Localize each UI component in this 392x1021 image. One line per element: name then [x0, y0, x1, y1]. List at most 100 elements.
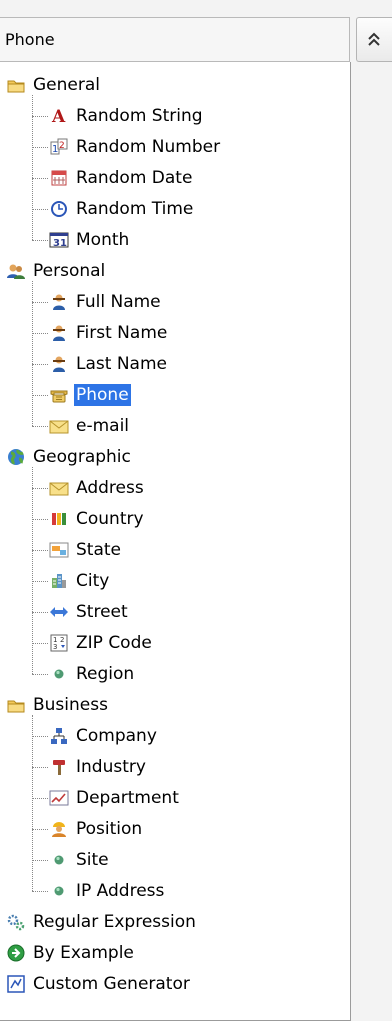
- tree-item-label: General: [33, 75, 100, 95]
- city-icon: [49, 571, 69, 591]
- tree-item-last-name[interactable]: Last Name: [49, 352, 169, 376]
- tree-item-label: Street: [76, 602, 128, 622]
- tree-item-street[interactable]: Street: [49, 600, 130, 624]
- tree-item-ip-address[interactable]: IP Address: [49, 879, 166, 903]
- worker-icon: [49, 819, 69, 839]
- number-icon: 12: [49, 137, 69, 157]
- tree-item-address[interactable]: Address: [49, 476, 146, 500]
- selected-generator-field[interactable]: Phone: [0, 17, 350, 62]
- tree-item-label: Personal: [33, 261, 106, 281]
- tree-group-geographic[interactable]: Geographic: [6, 445, 133, 469]
- zip-icon: 123: [49, 633, 69, 653]
- tree-connector: [32, 116, 48, 117]
- tree-item-month[interactable]: 31 Month: [49, 228, 131, 252]
- top-strip: [0, 0, 392, 17]
- folder-icon: [6, 695, 26, 715]
- gears-icon: [6, 912, 26, 932]
- tree-item-label: Custom Generator: [33, 974, 190, 994]
- tree-item-region[interactable]: Region: [49, 662, 136, 686]
- tree-item-first-name[interactable]: First Name: [49, 321, 169, 345]
- clock-icon: [49, 199, 69, 219]
- map-icon: [49, 540, 69, 560]
- tree-connector: [32, 643, 48, 644]
- tree-guide-line: [32, 715, 33, 891]
- tree-item-company[interactable]: Company: [49, 724, 159, 748]
- tree-item-label: Month: [76, 230, 130, 250]
- envelope-icon: [49, 478, 69, 498]
- tree-item-label: e-mail: [76, 416, 130, 436]
- tree-item-random-time[interactable]: Random Time: [49, 197, 195, 221]
- tree-connector: [32, 798, 48, 799]
- tree-guide-line: [32, 281, 33, 426]
- tree-item-phone[interactable]: Phone: [49, 383, 131, 407]
- tree-item-label: State: [76, 540, 121, 560]
- tree-item-country[interactable]: Country: [49, 507, 146, 531]
- tree-item-label: Country: [76, 509, 144, 529]
- tree-item-e-mail[interactable]: e-mail: [49, 414, 131, 438]
- tree-connector: [32, 488, 48, 489]
- tree-item-random-number[interactable]: 1 2 Random Number: [49, 135, 222, 159]
- tree-item-random-string[interactable]: A Random String: [49, 104, 205, 128]
- tree-connector: [32, 333, 48, 334]
- tree-connector: [32, 426, 48, 427]
- tree-item-label: Site: [76, 850, 109, 870]
- tree-item-department[interactable]: Department: [49, 786, 181, 810]
- tree-item-label: Phone: [74, 384, 131, 406]
- tree-item-label: Full Name: [76, 292, 161, 312]
- tree-connector: [32, 240, 48, 241]
- tree-item-industry[interactable]: Industry: [49, 755, 148, 779]
- custom-icon: [6, 974, 26, 994]
- tree-guide-line: [32, 95, 33, 240]
- tree-group-personal[interactable]: Personal: [6, 259, 107, 283]
- svg-text:3: 3: [53, 643, 57, 651]
- tree-item-label: Industry: [76, 757, 146, 777]
- tree-root-regular-expression[interactable]: Regular Expression: [6, 910, 198, 934]
- generator-tree[interactable]: General A Random String 1 2 Random Number Rand…: [0, 62, 351, 1021]
- tree-group-business[interactable]: Business: [6, 693, 110, 717]
- tree-connector: [32, 209, 48, 210]
- tree-item-label: Position: [76, 819, 143, 839]
- chart-icon: [49, 788, 69, 808]
- globe-icon: [6, 447, 26, 467]
- tree-item-random-date[interactable]: Random Date: [49, 166, 194, 190]
- tree-root-custom-generator[interactable]: Custom Generator: [6, 972, 192, 996]
- tree-item-label: City: [76, 571, 110, 591]
- flags-icon: [49, 509, 69, 529]
- tree-connector: [32, 395, 48, 396]
- tree-connector: [32, 550, 48, 551]
- string-icon: A: [49, 106, 69, 126]
- tree-item-label: Company: [76, 726, 157, 746]
- tree-group-general[interactable]: General: [6, 73, 102, 97]
- people-icon: [6, 261, 26, 281]
- tree-connector: [32, 829, 48, 830]
- collapse-button[interactable]: [356, 17, 392, 62]
- tree-item-zip-code[interactable]: 1 2 3 ZIP Code: [49, 631, 154, 655]
- tree-item-label: ZIP Code: [76, 633, 152, 653]
- tree-connector: [32, 860, 48, 861]
- tree-root-by-example[interactable]: By Example: [6, 941, 136, 965]
- tree-item-site[interactable]: Site: [49, 848, 111, 872]
- svg-text:A: A: [51, 107, 66, 125]
- envelope-icon: [49, 416, 69, 436]
- phone-icon: [49, 385, 69, 405]
- tree-item-label: First Name: [76, 323, 168, 343]
- tree-connector: [32, 364, 48, 365]
- double-arrow-icon: [49, 602, 69, 622]
- tree-item-full-name[interactable]: Full Name: [49, 290, 163, 314]
- svg-text:31: 31: [53, 238, 67, 249]
- tree-connector: [32, 612, 48, 613]
- tree-item-state[interactable]: State: [49, 538, 123, 562]
- dot-icon: [49, 664, 69, 684]
- tree-item-position[interactable]: Position: [49, 817, 144, 841]
- tree-item-label: Department: [76, 788, 179, 808]
- tree-connector: [32, 736, 48, 737]
- tree-item-label: Region: [76, 664, 135, 684]
- tree-item-label: IP Address: [76, 881, 165, 901]
- tree-item-label: Random Number: [76, 137, 221, 157]
- tree-connector: [32, 147, 48, 148]
- tree-item-city[interactable]: City: [49, 569, 111, 593]
- svg-text:1: 1: [52, 144, 58, 155]
- tree-item-label: Address: [76, 478, 144, 498]
- tree-item-label: Business: [33, 695, 108, 715]
- org-chart-icon: [49, 726, 69, 746]
